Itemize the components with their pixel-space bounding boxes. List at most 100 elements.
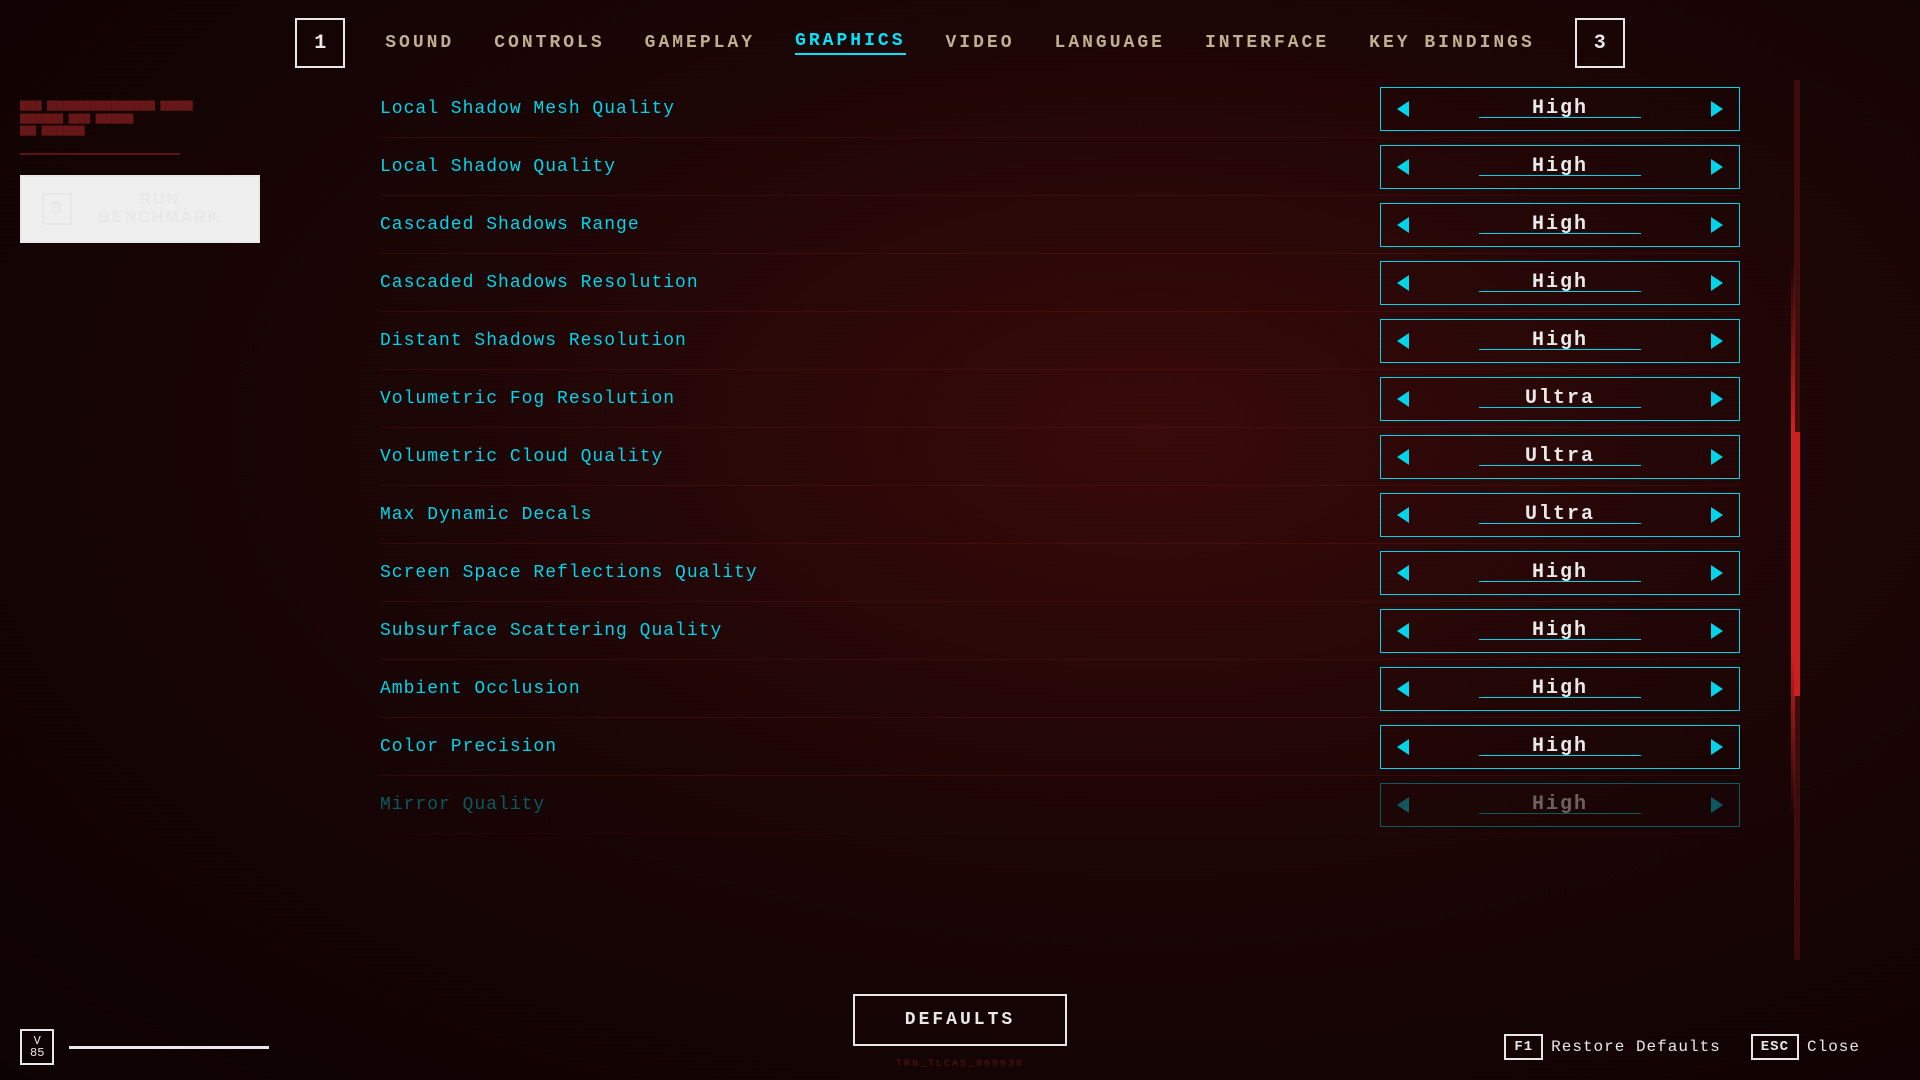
nav-items: SOUND CONTROLS GAMEPLAY GRAPHICS VIDEO LANGUA…	[385, 31, 1535, 55]
close-label: Close	[1807, 1038, 1860, 1056]
run-benchmark-button[interactable]: B RUN BENCHMARK	[20, 175, 260, 243]
arrow-right-icon[interactable]	[1695, 436, 1739, 478]
version-number: 85	[30, 1047, 44, 1059]
restore-defaults-label: Restore Defaults	[1551, 1038, 1721, 1056]
nav-item-controls[interactable]: CONTROLS	[494, 33, 604, 53]
version-info: V 85	[20, 1029, 269, 1065]
arrow-left-icon[interactable]	[1381, 262, 1425, 304]
setting-value: Ultra	[1425, 387, 1695, 410]
setting-row: Mirror Quality High	[380, 776, 1740, 834]
arrow-right-icon[interactable]	[1695, 494, 1739, 536]
setting-row: Cascaded Shadows Resolution High	[380, 254, 1740, 312]
nav-bracket-left: 1	[295, 18, 345, 68]
arrow-right-icon[interactable]	[1695, 552, 1739, 594]
settings-area: Local Shadow Mesh QualityHighLocal Shado…	[360, 80, 1760, 960]
defaults-button[interactable]: DEFAULTS	[853, 994, 1067, 1046]
nav-item-graphics[interactable]: GRAPHICS	[795, 31, 905, 55]
setting-control: High	[1380, 87, 1740, 131]
arrow-left-icon[interactable]	[1381, 204, 1425, 246]
setting-value: High	[1425, 619, 1695, 642]
nav-item-gameplay[interactable]: GAMEPLAY	[645, 33, 755, 53]
setting-control: High	[1380, 551, 1740, 595]
esc-key: ESC	[1751, 1034, 1799, 1060]
arrow-right-icon[interactable]	[1695, 88, 1739, 130]
setting-row: Color Precision High	[380, 718, 1740, 776]
setting-label: Distant Shadows Resolution	[380, 331, 687, 351]
arrow-left-icon[interactable]	[1381, 610, 1425, 652]
setting-row: Volumetric Cloud Quality Ultra	[380, 428, 1740, 486]
tech-text: TRN_TLCAS_800038	[896, 1059, 1024, 1070]
setting-row: Distant Shadows ResolutionHigh	[380, 312, 1740, 370]
setting-label: Color Precision	[380, 737, 557, 757]
setting-label: Volumetric Fog Resolution	[380, 389, 675, 409]
setting-label: Local Shadow Quality	[380, 157, 616, 177]
setting-label: Mirror Quality	[380, 795, 545, 815]
arrow-left-icon[interactable]	[1381, 378, 1425, 420]
benchmark-label: RUN BENCHMARK	[82, 191, 238, 227]
setting-control: High	[1380, 145, 1740, 189]
restore-defaults-action[interactable]: F1 Restore Defaults	[1504, 1034, 1720, 1060]
setting-control: Ultra	[1380, 493, 1740, 537]
setting-value: High	[1425, 735, 1695, 758]
arrow-left-icon[interactable]	[1381, 436, 1425, 478]
setting-row: Local Shadow Quality High	[380, 138, 1740, 196]
setting-value: High	[1425, 561, 1695, 584]
setting-value: Ultra	[1425, 503, 1695, 526]
f1-key: F1	[1504, 1034, 1543, 1060]
setting-label: Max Dynamic Decals	[380, 505, 592, 525]
arrow-left-icon[interactable]	[1381, 146, 1425, 188]
arrow-left-icon[interactable]	[1381, 320, 1425, 362]
nav-item-sound[interactable]: SOUND	[385, 33, 454, 53]
setting-control: High	[1380, 203, 1740, 247]
nav-item-language[interactable]: LANGUAGE	[1055, 33, 1165, 53]
setting-row: Subsurface Scattering QualityHigh	[380, 602, 1740, 660]
setting-control: High	[1380, 609, 1740, 653]
setting-row: Local Shadow Mesh Quality High	[380, 80, 1740, 138]
version-bar	[69, 1046, 269, 1049]
arrow-left-icon[interactable]	[1381, 668, 1425, 710]
setting-control: Ultra	[1380, 377, 1740, 421]
setting-control: Ultra	[1380, 435, 1740, 479]
setting-label: Cascaded Shadows Resolution	[380, 273, 699, 293]
top-nav: 1 SOUND CONTROLS GAMEPLAY GRAPHICS VIDEO LANG…	[0, 0, 1920, 78]
arrow-left-icon[interactable]	[1381, 726, 1425, 768]
version-badge: V 85	[20, 1029, 54, 1065]
arrow-left-icon[interactable]	[1381, 552, 1425, 594]
right-decoration-bar	[1791, 260, 1795, 820]
arrow-right-icon[interactable]	[1695, 668, 1739, 710]
arrow-left-icon[interactable]	[1381, 784, 1425, 826]
bottom-actions: F1 Restore Defaults ESC Close	[1504, 1034, 1860, 1060]
arrow-right-icon[interactable]	[1695, 784, 1739, 826]
arrow-right-icon[interactable]	[1695, 610, 1739, 652]
close-action[interactable]: ESC Close	[1751, 1034, 1860, 1060]
left-sidebar: ████ ████████████████████ ██████ ███████…	[0, 80, 360, 263]
setting-value: High	[1425, 271, 1695, 294]
arrow-right-icon[interactable]	[1695, 146, 1739, 188]
arrow-right-icon[interactable]	[1695, 262, 1739, 304]
setting-value: Ultra	[1425, 445, 1695, 468]
setting-row: Max Dynamic Decals Ultra	[380, 486, 1740, 544]
arrow-right-icon[interactable]	[1695, 378, 1739, 420]
setting-control: High	[1380, 725, 1740, 769]
nav-item-interface[interactable]: INTERFACE	[1205, 33, 1329, 53]
setting-label: Ambient Occlusion	[380, 679, 581, 699]
nav-item-video[interactable]: VIDEO	[946, 33, 1015, 53]
setting-control: High	[1380, 783, 1740, 827]
arrow-left-icon[interactable]	[1381, 88, 1425, 130]
arrow-right-icon[interactable]	[1695, 204, 1739, 246]
arrow-left-icon[interactable]	[1381, 494, 1425, 536]
setting-value: High	[1425, 155, 1695, 178]
nav-item-key-bindings[interactable]: KEY BINDINGS	[1369, 33, 1535, 53]
setting-label: Screen Space Reflections Quality	[380, 563, 758, 583]
setting-label: Volumetric Cloud Quality	[380, 447, 663, 467]
nav-bracket-right: 3	[1575, 18, 1625, 68]
setting-row: Ambient Occlusion High	[380, 660, 1740, 718]
setting-label: Local Shadow Mesh Quality	[380, 99, 675, 119]
setting-row: Cascaded Shadows RangeHigh	[380, 196, 1740, 254]
arrow-right-icon[interactable]	[1695, 726, 1739, 768]
setting-row: Volumetric Fog Resolution Ultra	[380, 370, 1740, 428]
setting-value: High	[1425, 97, 1695, 120]
arrow-right-icon[interactable]	[1695, 320, 1739, 362]
sidebar-info-text: ████ ████████████████████ ██████ ███████…	[20, 100, 340, 138]
setting-control: High	[1380, 667, 1740, 711]
